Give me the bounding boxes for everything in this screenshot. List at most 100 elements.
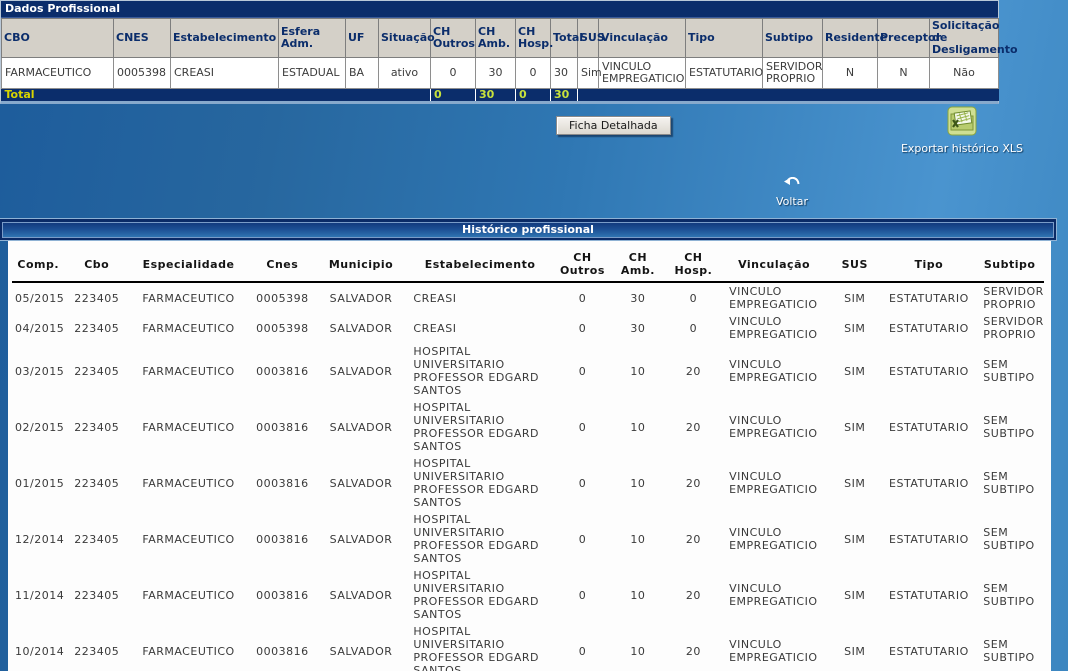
cell-ch-amb: 30 (610, 313, 665, 343)
cell-vinculacao: VINCULO EMPREGATICIO (721, 455, 827, 511)
cell-municipio: SALVADOR (317, 343, 406, 399)
cell-ch-hosp: 20 (666, 399, 721, 455)
cell-ch-amb: 10 (610, 455, 665, 511)
column-header: CH Outros (431, 19, 476, 58)
cell-ch-hosp: 20 (666, 511, 721, 567)
cell-vinculacao: VINCULO EMPREGATICIO (721, 567, 827, 623)
historico-title: Histórico profissional (2, 222, 1054, 238)
historico-header-row: Comp.CboEspecialidadeCnesMunicipioEstabe… (12, 247, 1044, 282)
column-header: Subtipo (763, 19, 823, 58)
voltar-button[interactable]: Voltar (766, 174, 818, 208)
totals-row: Total 0 30 0 30 (2, 89, 999, 102)
cell-cnes: 0003816 (248, 399, 317, 455)
cell-cbo: 223405 (64, 623, 129, 671)
dados-header-row: CBOCNESEstabelecimentoEsfera Adm.UFSitua… (2, 19, 999, 58)
historico-body: 05/2015 223405 FARMACEUTICO 0005398 SALV… (12, 282, 1044, 671)
cell-esfera-adm: ESTADUAL (279, 58, 346, 89)
cell-municipio: SALVADOR (317, 567, 406, 623)
cell-comp: 10/2014 (12, 623, 64, 671)
cell-vinculacao: VINCULO EMPREGATICIO (721, 343, 827, 399)
cell-cbo: FARMACEUTICO (2, 58, 114, 89)
cell-ch-outros: 0 (555, 623, 610, 671)
cell-ch-hosp: 20 (666, 343, 721, 399)
column-header: Residente (823, 19, 878, 58)
column-header: CH Hosp. (666, 247, 721, 282)
cell-tipo: ESTATUTARIO (883, 623, 976, 671)
cell-ch-outros: 0 (555, 343, 610, 399)
cell-ch-amb: 10 (610, 567, 665, 623)
historico-table: Comp.CboEspecialidadeCnesMunicipioEstabe… (12, 247, 1044, 671)
cell-municipio: SALVADOR (317, 282, 406, 313)
cell-comp: 11/2014 (12, 567, 64, 623)
cell-ch-outros: 0 (555, 511, 610, 567)
cell-ch-hosp: 20 (666, 567, 721, 623)
cell-ch-amb: 30 (476, 58, 516, 89)
cell-ch-amb: 10 (610, 623, 665, 671)
column-header: Cbo (64, 247, 129, 282)
excel-spreadsheet-icon (947, 106, 977, 136)
export-xls-label: Exportar histórico XLS (898, 142, 1026, 155)
cell-cbo: 223405 (64, 511, 129, 567)
table-row: 03/2015 223405 FARMACEUTICO 0003816 SALV… (12, 343, 1044, 399)
column-header: Municipio (317, 247, 406, 282)
cell-especialidade: FARMACEUTICO (129, 282, 248, 313)
cell-cbo: 223405 (64, 455, 129, 511)
cell-comp: 04/2015 (12, 313, 64, 343)
cell-tipo: ESTATUTARIO (883, 455, 976, 511)
export-xls-button[interactable]: Exportar histórico XLS (898, 106, 1026, 155)
column-header: Preceptor (878, 19, 930, 58)
cell-ch-outros: 0 (555, 567, 610, 623)
column-header: Comp. (12, 247, 64, 282)
cell-estabelecimento: HOSPITAL UNIVERSITARIO PROFESSOR EDGARD … (405, 343, 554, 399)
cell-cnes: 0003816 (248, 623, 317, 671)
cell-cbo: 223405 (64, 399, 129, 455)
total-total: 30 (551, 89, 578, 102)
cell-subtipo: SEM SUBTIPO (975, 399, 1044, 455)
cell-comp: 12/2014 (12, 511, 64, 567)
cell-ch-outros: 0 (431, 58, 476, 89)
cell-residente: N (823, 58, 878, 89)
cell-sus: SIM (827, 511, 882, 567)
cell-subtipo: SERVIDOR PROPRIO (763, 58, 823, 89)
total-label: Total (2, 89, 431, 102)
cell-tipo: ESTATUTARIO (686, 58, 763, 89)
historico-header-bar: Histórico profissional (0, 218, 1057, 241)
cell-total: 30 (551, 58, 578, 89)
column-header: CH Outros (555, 247, 610, 282)
cell-sus: SIM (827, 313, 882, 343)
cell-especialidade: FARMACEUTICO (129, 623, 248, 671)
cell-especialidade: FARMACEUTICO (129, 399, 248, 455)
cell-subtipo: SEM SUBTIPO (975, 567, 1044, 623)
cell-sus: Sim (578, 58, 599, 89)
cell-sus: SIM (827, 282, 882, 313)
cell-solicitacao-desligamento: Não (930, 58, 999, 89)
cell-cnes: 0003816 (248, 511, 317, 567)
cell-estabelecimento: HOSPITAL UNIVERSITARIO PROFESSOR EDGARD … (405, 511, 554, 567)
cell-ch-amb: 10 (610, 399, 665, 455)
cell-ch-outros: 0 (555, 455, 610, 511)
cell-vinculacao: VINCULO EMPREGATICIO (721, 511, 827, 567)
cell-situacao: ativo (379, 58, 431, 89)
column-header: Estabelecimento (171, 19, 279, 58)
column-header: SUS (578, 19, 599, 58)
cell-vinculacao: VINCULO EMPREGATICIO (721, 623, 827, 671)
cell-preceptor: N (878, 58, 930, 89)
cell-ch-outros: 0 (555, 399, 610, 455)
cell-estabelecimento: CREASI (405, 282, 554, 313)
cell-cbo: 223405 (64, 282, 129, 313)
cell-municipio: SALVADOR (317, 623, 406, 671)
cell-municipio: SALVADOR (317, 455, 406, 511)
cell-cnes: 0005398 (248, 313, 317, 343)
cell-cnes[interactable]: 0005398 (114, 58, 171, 89)
cell-ch-hosp: 20 (666, 455, 721, 511)
cell-comp: 03/2015 (12, 343, 64, 399)
cell-sus: SIM (827, 567, 882, 623)
table-row: 05/2015 223405 FARMACEUTICO 0005398 SALV… (12, 282, 1044, 313)
ficha-detalhada-button[interactable]: Ficha Detalhada (556, 116, 671, 135)
cell-cnes: 0005398 (248, 282, 317, 313)
cell-cnes: 0003816 (248, 567, 317, 623)
cell-ch-hosp: 0 (666, 282, 721, 313)
voltar-label: Voltar (766, 195, 818, 208)
cell-estabelecimento: CREASI (405, 313, 554, 343)
cell-sus: SIM (827, 343, 882, 399)
